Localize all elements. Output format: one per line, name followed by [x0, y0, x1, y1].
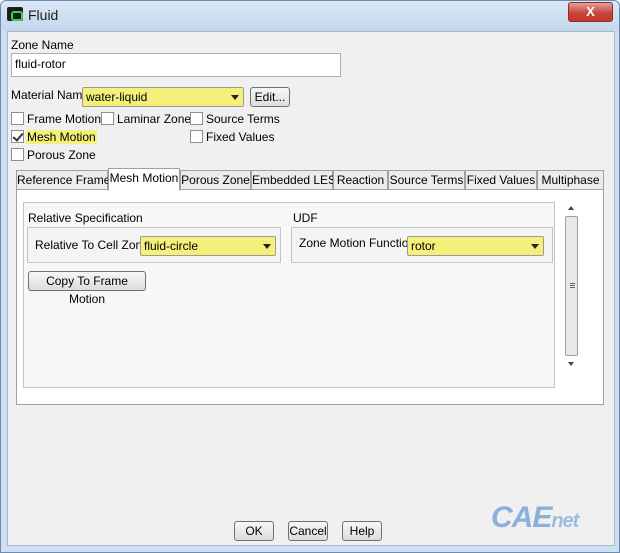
- grip-icon: [570, 283, 575, 284]
- watermark-main: CAE: [491, 501, 552, 534]
- porous-zone-checkbox[interactable]: [11, 148, 24, 161]
- mesh-motion-panel: Relative Specification Relative To Cell …: [16, 189, 604, 405]
- dialog-body: Zone Name fluid-rotor Material Name wate…: [7, 31, 615, 546]
- zone-name-input[interactable]: fluid-rotor: [11, 53, 341, 77]
- mesh-motion-checkbox[interactable]: [11, 130, 24, 143]
- relative-specification-heading: Relative Specification: [28, 211, 143, 225]
- relative-cell-zone-select[interactable]: fluid-circle: [140, 236, 276, 256]
- tab-porous-zone[interactable]: Porous Zone: [180, 170, 251, 190]
- udf-group: Zone Motion Function rotor: [291, 227, 553, 263]
- close-button[interactable]: X: [568, 2, 613, 22]
- chevron-down-icon: [231, 95, 239, 100]
- relative-cell-zone-value: fluid-circle: [144, 239, 199, 253]
- udf-heading: UDF: [293, 211, 318, 225]
- edit-material-button[interactable]: Edit...: [250, 87, 290, 107]
- help-button[interactable]: Help: [342, 521, 382, 541]
- relative-to-cell-zone-label: Relative To Cell Zone: [35, 238, 149, 252]
- frame-motion-checkbox[interactable]: [11, 112, 24, 125]
- tab-fixed-values[interactable]: Fixed Values: [465, 170, 537, 190]
- vertical-scrollbar[interactable]: [564, 202, 580, 402]
- chevron-down-icon: [263, 244, 271, 249]
- tab-strip: Reference Frame Mesh Motion Porous Zone …: [16, 168, 604, 191]
- title-bar[interactable]: Fluid X: [1, 1, 619, 31]
- zone-name-label: Zone Name: [11, 38, 74, 52]
- cancel-button[interactable]: Cancel: [288, 521, 328, 541]
- material-select-value: water-liquid: [86, 90, 148, 104]
- laminar-zone-label: Laminar Zone: [117, 112, 192, 126]
- material-select[interactable]: water-liquid: [82, 87, 244, 107]
- source-terms-label: Source Terms: [206, 112, 280, 126]
- zone-motion-function-label: Zone Motion Function: [299, 236, 416, 250]
- laminar-zone-checkbox[interactable]: [101, 112, 114, 125]
- tab-multiphase[interactable]: Multiphase: [537, 170, 604, 190]
- porous-zone-label: Porous Zone: [27, 148, 96, 162]
- mesh-motion-label: Mesh Motion: [26, 130, 97, 144]
- zone-motion-function-select[interactable]: rotor: [407, 236, 544, 256]
- scroll-up-icon[interactable]: [568, 206, 574, 210]
- fixed-values-checkbox[interactable]: [190, 130, 203, 143]
- window-title: Fluid: [28, 7, 59, 23]
- watermark-suffix: net: [551, 510, 579, 532]
- zone-motion-function-value: rotor: [411, 239, 436, 253]
- relative-specification-group: Relative To Cell Zone fluid-circle: [27, 227, 281, 263]
- tab-source-terms[interactable]: Source Terms: [388, 170, 465, 190]
- tab-reaction[interactable]: Reaction: [333, 170, 388, 190]
- material-name-label: Material Name: [11, 88, 90, 102]
- ok-button[interactable]: OK: [234, 521, 274, 541]
- source-terms-checkbox[interactable]: [190, 112, 203, 125]
- mesh-motion-settings: Relative Specification Relative To Cell …: [23, 202, 555, 388]
- tab-reference-frame[interactable]: Reference Frame: [16, 170, 110, 190]
- chevron-down-icon: [531, 244, 539, 249]
- tab-mesh-motion[interactable]: Mesh Motion: [108, 168, 180, 191]
- copy-to-frame-motion-button[interactable]: Copy To Frame Motion: [28, 271, 146, 306]
- fixed-values-label: Fixed Values: [206, 130, 275, 144]
- close-icon: X: [586, 4, 595, 19]
- tab-embedded-les[interactable]: Embedded LES: [251, 170, 336, 190]
- fluid-dialog: Fluid X Zone Name fluid-rotor Material N…: [0, 0, 620, 553]
- frame-motion-label: Frame Motion: [27, 112, 102, 126]
- scroll-down-icon[interactable]: [568, 362, 574, 366]
- scrollbar-thumb[interactable]: [565, 216, 578, 356]
- fluent-app-icon: [7, 7, 23, 21]
- caenet-watermark: CAEnet: [491, 501, 579, 535]
